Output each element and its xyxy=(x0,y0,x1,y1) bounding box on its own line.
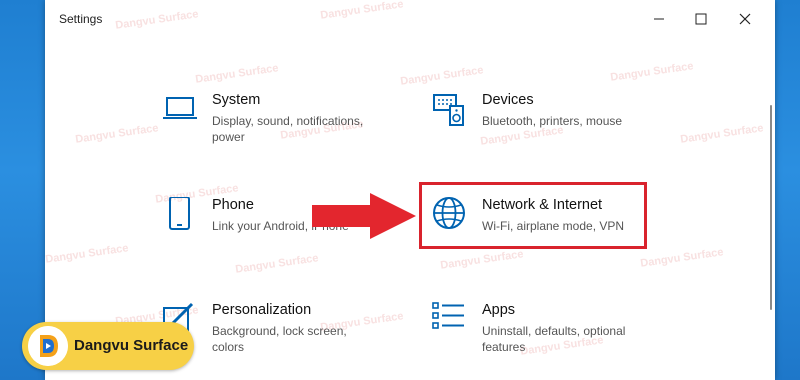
tile-name: System xyxy=(212,92,261,108)
laptop-icon xyxy=(163,97,197,119)
apps-list-icon xyxy=(432,302,464,329)
phone-icon xyxy=(169,197,190,230)
title-bar: Settings xyxy=(45,0,775,36)
maximize-button[interactable] xyxy=(681,6,721,32)
settings-tile-devices[interactable]: Devices Bluetooth, printers, mouse xyxy=(432,92,692,154)
brand-logo-icon xyxy=(28,326,68,366)
minimize-icon xyxy=(654,18,664,20)
brand-text: Dangvu Surface xyxy=(74,337,189,354)
maximize-icon xyxy=(695,13,707,25)
tile-description: Display, sound, notifications, power xyxy=(212,114,364,144)
settings-tile-system[interactable]: System Display, sound, notifications, po… xyxy=(162,92,422,154)
tile-description: Uninstall, defaults, optional features xyxy=(482,324,626,354)
tile-description: Bluetooth, printers, mouse xyxy=(482,114,623,128)
window-title: Settings xyxy=(59,12,103,26)
close-button[interactable] xyxy=(725,6,765,32)
highlight-box xyxy=(419,182,647,249)
close-icon xyxy=(739,13,751,25)
red-arrow-annotation xyxy=(312,193,416,239)
tile-name: Apps xyxy=(482,302,516,318)
tile-name: Personalization xyxy=(212,302,312,318)
tile-name: Phone xyxy=(212,197,254,213)
settings-tile-personalization[interactable]: Personalization Background, lock screen,… xyxy=(162,302,422,364)
scrollbar[interactable] xyxy=(770,105,772,310)
tile-name: Devices xyxy=(482,92,534,108)
settings-tile-apps[interactable]: Apps Uninstall, defaults, optional featu… xyxy=(432,302,692,364)
keyboard-speaker-icon xyxy=(433,94,464,126)
brand-badge: Dangvu Surface xyxy=(22,322,194,370)
tile-description: Background, lock screen, colors xyxy=(212,324,347,354)
minimize-button[interactable] xyxy=(639,6,679,32)
